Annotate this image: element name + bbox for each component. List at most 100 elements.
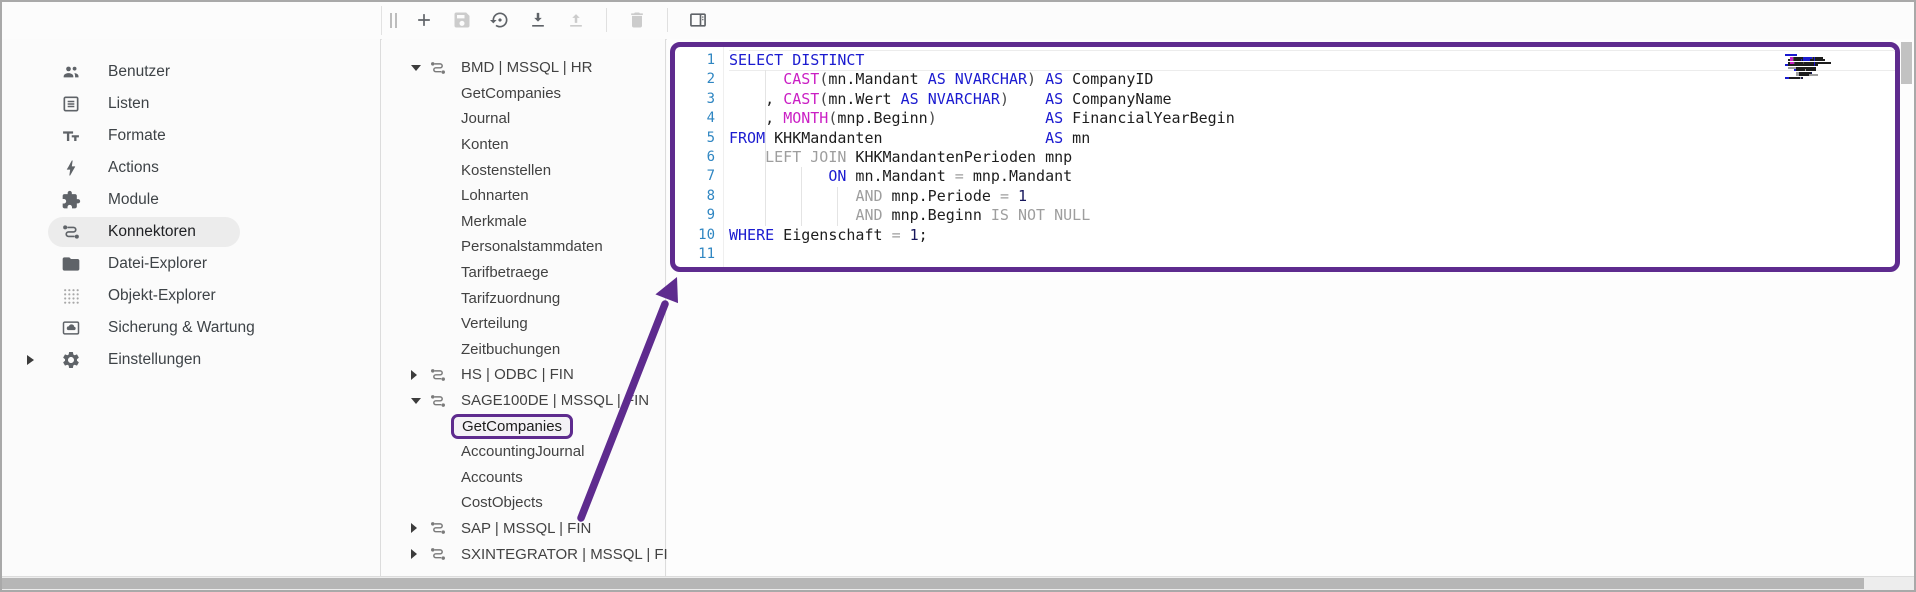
tree-item-label: Lohnarten [461, 187, 529, 204]
sidebar-item-label: Benutzer [108, 63, 170, 81]
sidebar-item-label: Konnektoren [108, 223, 196, 241]
indent-guide [765, 70, 766, 225]
line-number: 5 [675, 129, 729, 148]
connector-tree: BMD | MSSQL | HR GetCompanies Journal Konte… [382, 39, 666, 577]
tree-item-sap-mssql-fin[interactable]: SAP | MSSQL | FIN [382, 516, 665, 542]
vertical-scrollbar-thumb[interactable] [1901, 42, 1912, 84]
sidebar-item-actions[interactable]: Actions [2, 152, 380, 184]
code-line-7: 7 ON mn.Mandant = mnp.Mandant [675, 167, 1895, 186]
tree-item-label: Tarifzuordnung [461, 290, 560, 307]
tree-item-getcompanies[interactable]: GetCompanies [382, 81, 665, 107]
sidebar-item-benutzer[interactable]: Benutzer [2, 56, 380, 88]
connector-icon [429, 59, 447, 77]
code-line-8: 8 AND mnp.Periode = 1 [675, 187, 1895, 206]
tree-item-zeitbuchungen[interactable]: Zeitbuchungen [382, 337, 665, 363]
tree-item-verteilung[interactable]: Verteilung [382, 311, 665, 337]
sidebar-item-konnektoren[interactable]: Konnektoren [2, 216, 380, 248]
sidebar-item-label: Sicherung & Wartung [108, 319, 255, 337]
caret-right-icon[interactable] [411, 549, 417, 559]
tree-item-label: GetCompanies [451, 414, 573, 439]
tree-item-label: SXINTEGRATOR | MSSQL | FIN [461, 546, 679, 563]
tree-item-label: BMD | MSSQL | HR [461, 59, 592, 76]
tree-item-accountingjournal[interactable]: AccountingJournal [382, 439, 665, 465]
tree-item-lohnarten[interactable]: Lohnarten [382, 183, 665, 209]
line-number: 8 [675, 187, 729, 206]
sidebar-item-einstellungen[interactable]: Einstellungen [2, 344, 380, 376]
sidebar-item-label: Module [108, 191, 159, 209]
code-text: , CAST(mn.Wert AS NVARCHAR) AS CompanyNa… [729, 90, 1895, 109]
sidebar-item-datei-explorer[interactable]: Datei-Explorer [2, 248, 380, 280]
tree-item-label: CostObjects [461, 494, 543, 511]
tree-item-label: AccountingJournal [461, 443, 584, 460]
caret-right-icon[interactable] [411, 370, 417, 380]
sidebar-item-label: Actions [108, 159, 159, 177]
caret-down-icon[interactable] [411, 65, 421, 71]
horizontal-scrollbar-thumb[interactable] [2, 578, 1864, 589]
delete-button[interactable] [626, 9, 648, 31]
tree-item-accounts[interactable]: Accounts [382, 465, 665, 491]
toggle-panel-button[interactable] [687, 9, 709, 31]
code-text: ON mn.Mandant = mnp.Mandant [729, 167, 1895, 186]
tree-item-label: Merkmale [461, 213, 527, 230]
tree-item-label: GetCompanies [461, 85, 561, 102]
add-button[interactable] [413, 9, 435, 31]
code-line-9: 9 AND mnp.Beginn IS NOT NULL [675, 206, 1895, 225]
code-line-5: 5FROM KHKMandanten AS mn [675, 129, 1895, 148]
line-number: 1 [675, 51, 729, 70]
upload-button[interactable] [565, 9, 587, 31]
editor-pane: 1SELECT DISTINCT2 CAST(mn.Mandant AS NVA… [667, 39, 1914, 577]
line-number: 2 [675, 70, 729, 89]
tree-item-label: Tarifbetraege [461, 264, 549, 281]
sidebar-item-label: Formate [108, 127, 166, 145]
tree-item-merkmale[interactable]: Merkmale [382, 209, 665, 235]
users-icon [60, 61, 82, 83]
code-text: FROM KHKMandanten AS mn [729, 129, 1895, 148]
code-text: AND mnp.Periode = 1 [729, 187, 1895, 206]
app-window: Benutzer Listen Formate [0, 0, 1916, 592]
tree-item-label: Verteilung [461, 315, 528, 332]
bolt-icon [60, 157, 82, 179]
download-button[interactable] [527, 9, 549, 31]
sidebar-item-objekt-explorer[interactable]: Objekt-Explorer [2, 280, 380, 312]
sidebar-item-label: Datei-Explorer [108, 255, 207, 273]
tree-item-tarifbetraege[interactable]: Tarifbetraege [382, 260, 665, 286]
save-button[interactable] [451, 9, 473, 31]
sidebar-item-module[interactable]: Module [2, 184, 380, 216]
tree-item-label: HS | ODBC | FIN [461, 366, 574, 383]
tree-item-personalstammdaten[interactable]: Personalstammdaten [382, 234, 665, 260]
tree-item-label: Zeitbuchungen [461, 341, 560, 358]
caret-right-icon[interactable] [411, 523, 417, 533]
dots-grid-icon [60, 285, 82, 307]
tree-item-konten[interactable]: Konten [382, 132, 665, 158]
sidebar-item-formate[interactable]: Formate [2, 120, 380, 152]
line-number: 11 [675, 245, 729, 264]
tree-item-tarifzuordnung[interactable]: Tarifzuordnung [382, 285, 665, 311]
tree-item-label: Personalstammdaten [461, 238, 603, 255]
sidebar-item-sicherung-wartung[interactable]: Sicherung & Wartung [2, 312, 380, 344]
minimap[interactable] [1785, 54, 1849, 82]
tree-item-getcompanies[interactable]: GetCompanies [382, 413, 665, 439]
sql-editor[interactable]: 1SELECT DISTINCT2 CAST(mn.Mandant AS NVA… [670, 42, 1900, 272]
tree-item-bmd-mssql-hr[interactable]: BMD | MSSQL | HR [382, 55, 665, 81]
tree-item-costobjects[interactable]: CostObjects [382, 490, 665, 516]
tree-item-kostenstellen[interactable]: Kostenstellen [382, 157, 665, 183]
tree-item-sage100de-mssql-fin[interactable]: SAGE100DE | MSSQL | FIN [382, 388, 665, 414]
drag-handle[interactable] [390, 9, 397, 31]
tree-item-hs-odbc-fin[interactable]: HS | ODBC | FIN [382, 362, 665, 388]
expand-caret-icon[interactable] [27, 355, 34, 365]
tree-item-journal[interactable]: Journal [382, 106, 665, 132]
sidebar-item-listen[interactable]: Listen [2, 88, 380, 120]
tree-item-label: Konten [461, 136, 509, 153]
tree-item-sxintegrator-mssql-fin[interactable]: SXINTEGRATOR | MSSQL | FIN [382, 541, 665, 567]
puzzle-icon [60, 189, 82, 211]
code-line-10: 10WHERE Eigenschaft = 1; [675, 226, 1895, 245]
main-area: Benutzer Listen Formate [2, 39, 1914, 577]
horizontal-scrollbar[interactable] [2, 576, 1914, 590]
connector-icon [429, 366, 447, 384]
caret-down-icon[interactable] [411, 398, 421, 404]
code-text: SELECT DISTINCT [729, 51, 1895, 70]
code-area[interactable]: 1SELECT DISTINCT2 CAST(mn.Mandant AS NVA… [675, 47, 1895, 267]
minimap-row [1785, 79, 1849, 81]
code-line-11: 11 [675, 245, 1895, 264]
restore-history-button[interactable] [489, 9, 511, 31]
